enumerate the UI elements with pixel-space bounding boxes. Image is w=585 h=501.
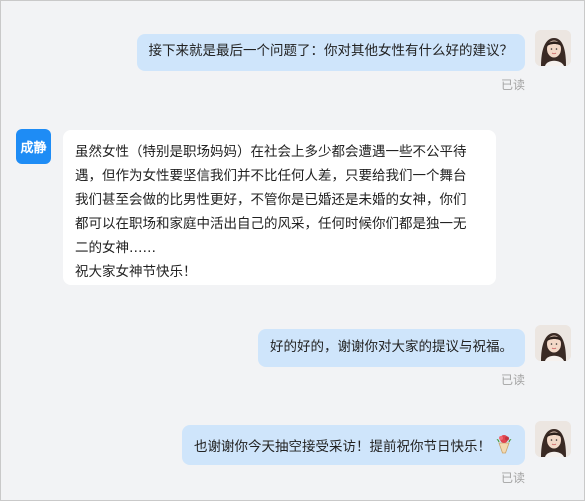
read-status: 已读: [500, 78, 525, 92]
message-line: 遇，但作为女性要坚信我们并不比任何人差，只要给我们一个舞台: [75, 168, 467, 184]
user-avatar-image: [535, 30, 571, 66]
contact-avatar-label: 成静: [20, 141, 47, 156]
user-avatar[interactable]: [535, 325, 571, 361]
read-status: 已读: [500, 471, 525, 485]
read-status: 已读: [500, 373, 525, 387]
message-line: 二的女神……: [75, 240, 156, 256]
my-message-bubble[interactable]: 好的好的，谢谢你对大家的提议与祝福。: [258, 329, 525, 367]
message-line: 虽然女性（特别是职场妈妈）在社会上多少都会遭遇一些不公平待: [75, 144, 467, 160]
user-avatar[interactable]: [535, 421, 571, 457]
bouquet-emoji: [495, 432, 513, 462]
my-message-bubble[interactable]: 也谢谢你今天抽空接受采访！提前祝你节日快乐！: [182, 425, 525, 465]
contact-avatar[interactable]: 成静: [16, 129, 51, 164]
user-avatar-image: [535, 325, 571, 361]
chat-window: 接下来就是最后一个问题了：你对其他女性有什么好的建议？ 已读 成静 虽然女性（特…: [0, 0, 585, 501]
user-avatar[interactable]: [535, 30, 571, 66]
user-avatar-image: [535, 421, 571, 457]
message-text: 好的好的，谢谢你对大家的提议与祝福。: [270, 339, 513, 355]
message-line: 祝大家女神节快乐！: [75, 264, 197, 280]
message-text: 也谢谢你今天抽空接受采访！提前祝你节日快乐！: [194, 439, 491, 455]
message-line: 都可以在职场和家庭中活出自己的风采，任何时候你们都是独一无: [75, 216, 467, 232]
contact-message-bubble[interactable]: 虽然女性（特别是职场妈妈）在社会上多少都会遭遇一些不公平待 遇，但作为女性要坚信…: [63, 130, 496, 285]
my-message-bubble[interactable]: 接下来就是最后一个问题了：你对其他女性有什么好的建议？: [136, 34, 525, 71]
message-line: 我们甚至会做的比男性更好，不管你是已婚还是未婚的女神，你们: [75, 192, 467, 208]
message-text: 接下来就是最后一个问题了：你对其他女性有什么好的建议？: [148, 43, 514, 59]
